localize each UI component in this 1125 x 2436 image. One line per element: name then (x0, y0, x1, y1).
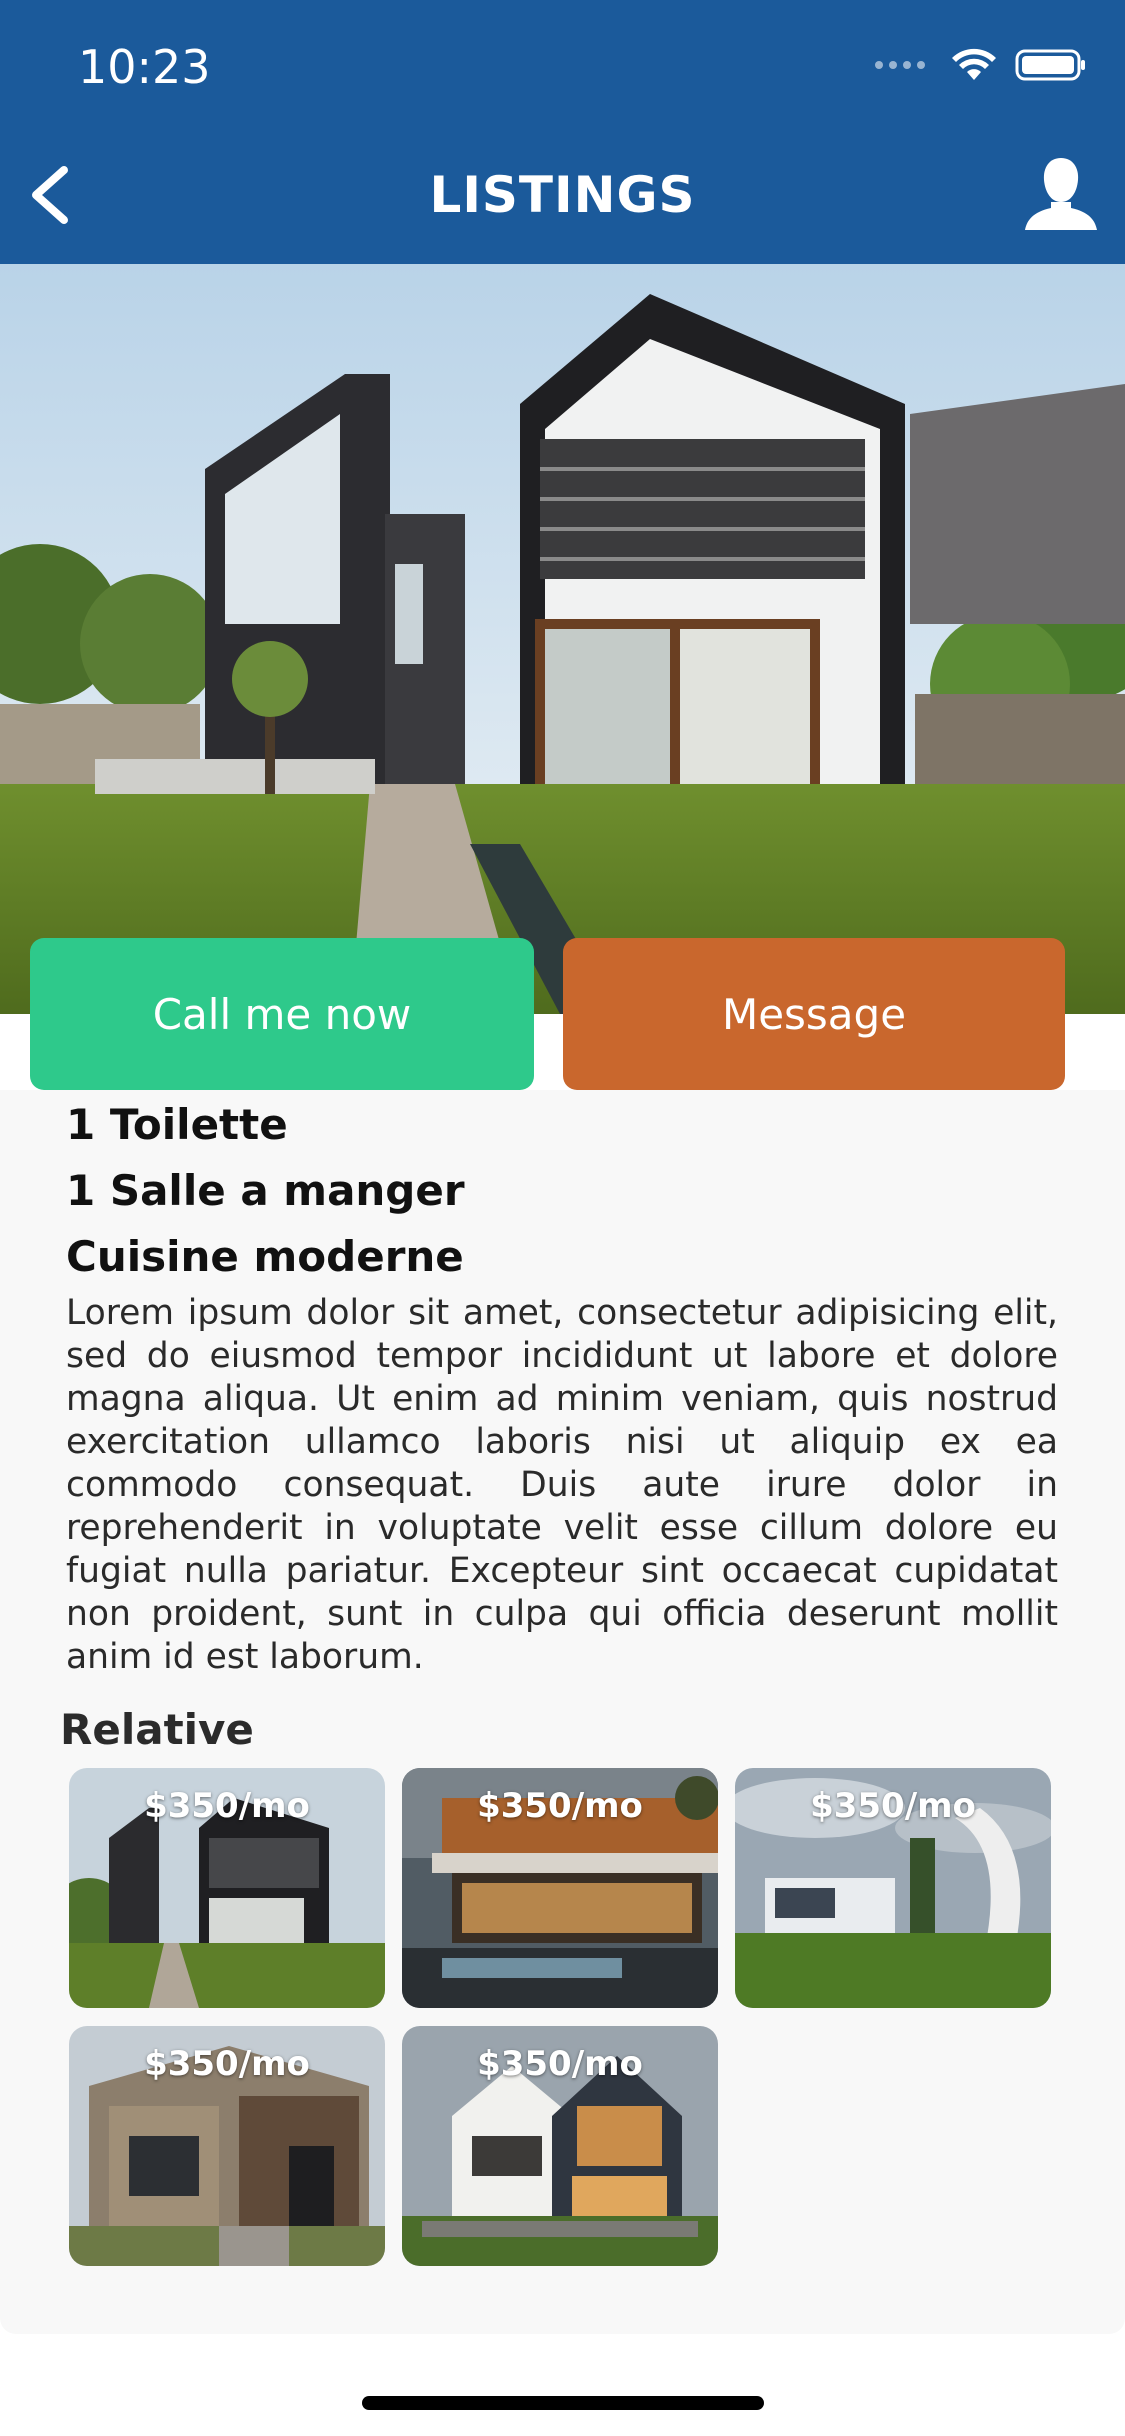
status-icons (875, 48, 1087, 82)
relative-listing-card[interactable]: $350/mo (69, 2026, 385, 2266)
user-icon (1025, 158, 1097, 230)
battery-icon (1015, 49, 1085, 81)
page-title: LISTINGS (429, 166, 696, 224)
relative-listing-card[interactable]: $350/mo (69, 1768, 385, 2008)
price-label: $350/mo (477, 2044, 643, 2084)
top-bar: 10:23 LISTINGS (0, 0, 1125, 264)
price-label: $350/mo (144, 2044, 310, 2084)
feature-toilette: 1 Toilette (66, 1100, 288, 1149)
listing-hero-image (0, 264, 1125, 1014)
price-label: $350/mo (810, 1786, 976, 1826)
listing-description: Lorem ipsum dolor sit amet, consectetur … (66, 1293, 1058, 1677)
call-button[interactable]: Call me now (30, 938, 534, 1090)
message-button[interactable]: Message (563, 938, 1065, 1090)
status-time: 10:23 (78, 40, 211, 94)
relative-section-title: Relative (60, 1705, 254, 1754)
signal-icon (875, 61, 925, 69)
wifi-icon (952, 48, 996, 80)
price-label: $350/mo (477, 1786, 643, 1826)
home-indicator[interactable] (362, 2396, 764, 2410)
relative-listing-card[interactable]: $350/mo (735, 1768, 1051, 2008)
relative-listing-card[interactable]: $350/mo (402, 2026, 718, 2266)
price-label: $350/mo (144, 1786, 310, 1826)
feature-salle-a-manger: 1 Salle a manger (66, 1166, 465, 1215)
feature-cuisine: Cuisine moderne (66, 1232, 464, 1281)
profile-button[interactable] (1021, 150, 1101, 240)
relative-listing-card[interactable]: $350/mo (402, 1768, 718, 2008)
